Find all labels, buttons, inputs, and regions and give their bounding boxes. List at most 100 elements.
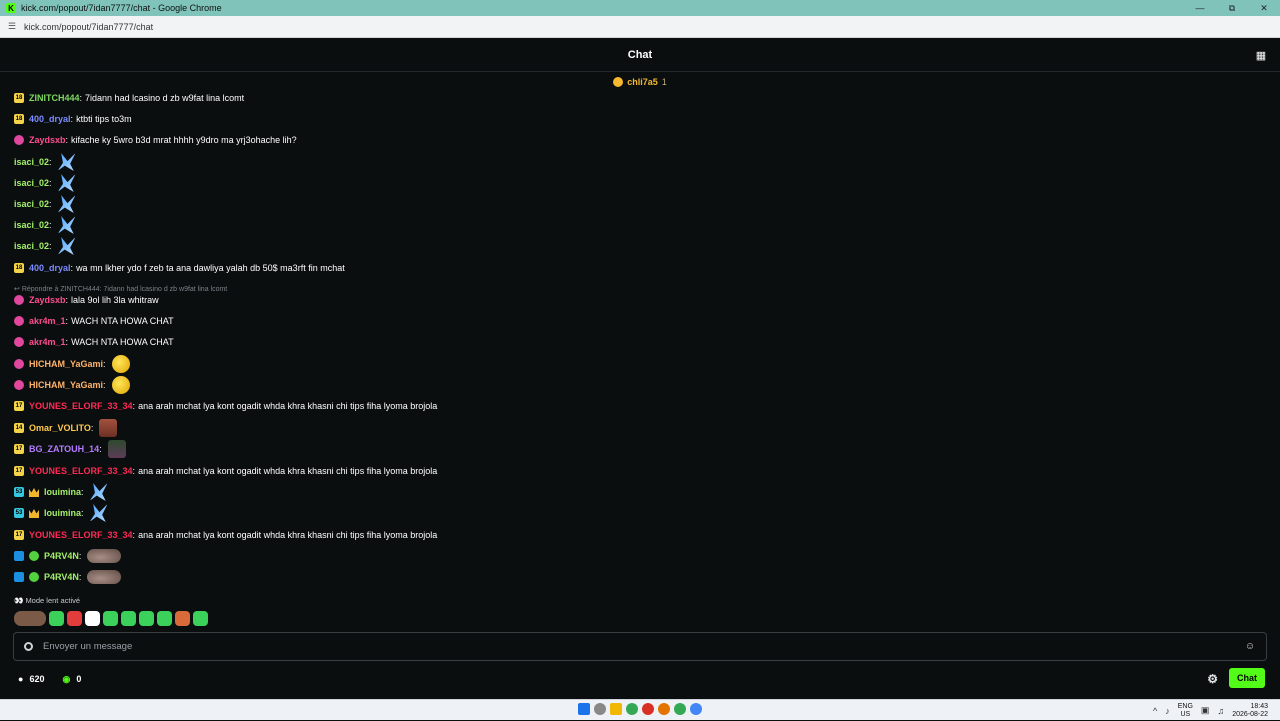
chat-message[interactable]: 18 400_dryal: ktbti tips to3m (14, 109, 132, 129)
quick-emote-icon[interactable] (14, 610, 46, 626)
quick-emote-icon[interactable] (193, 610, 208, 626)
sub-yellow-badge-icon[interactable]: 18 (14, 263, 24, 273)
chat-message[interactable]: 18 ZINITCH444:7idann had lcasino d zb w9f… (14, 88, 244, 108)
quick-emote-icon[interactable] (175, 610, 190, 626)
message-username[interactable]: YOUNES_ELORF_33_34 (29, 401, 133, 411)
message-username[interactable]: YOUNES_ELORF_33_34 (29, 530, 133, 540)
chat-message[interactable]: akr4m_1: WACH NTA HOWA CHAT (14, 311, 174, 331)
emote-image[interactable] (99, 419, 118, 437)
emote-image[interactable] (57, 237, 76, 255)
crown-badge-icon[interactable] (29, 509, 39, 518)
chrome-icon[interactable] (626, 703, 638, 715)
message-username[interactable]: isaci_02 (14, 157, 49, 167)
quick-emote-icon[interactable] (85, 610, 100, 626)
clock[interactable]: 18:43 2026-08-22 (1232, 703, 1268, 719)
verified-badge-icon[interactable] (29, 551, 39, 561)
chrome-icon-3[interactable] (690, 703, 702, 715)
chat-message[interactable]: isaci_02: (14, 152, 76, 172)
message-username[interactable]: HICHAM_YaGami (29, 359, 103, 369)
file-explorer-icon[interactable] (610, 703, 622, 715)
message-username[interactable]: Zaydsxb (29, 135, 66, 145)
sub-yellow-badge-icon[interactable]: 17 (14, 444, 24, 454)
message-username[interactable]: P4RV4N (44, 572, 79, 582)
sub-cyan-badge-icon[interactable]: 53 (14, 508, 24, 518)
emote-image[interactable] (57, 153, 76, 171)
sub-pink-badge-icon[interactable] (14, 359, 24, 369)
sub-yellow-badge-icon[interactable]: 18 (14, 114, 24, 124)
quick-emote-icon[interactable] (49, 610, 64, 626)
quick-emote-icon[interactable] (103, 610, 118, 626)
reply-reference[interactable]: ↩ Répondre à ZINITCH444: 7idann had lcas… (14, 283, 227, 295)
chat-message[interactable]: 17 YOUNES_ELORF_33_34: ana arah mchat lya … (14, 461, 437, 481)
message-username[interactable]: isaci_02 (14, 241, 49, 251)
chat-message[interactable]: isaci_02: (14, 194, 76, 214)
chrome-icon-2[interactable] (674, 703, 686, 715)
emote-image[interactable] (57, 216, 76, 234)
message-username[interactable]: 400_dryal (29, 263, 71, 273)
sub-cyan-badge-icon[interactable]: 53 (14, 487, 24, 497)
message-username[interactable]: Zaydsxb (29, 295, 66, 305)
emote-image[interactable] (57, 174, 76, 192)
quick-emote-icon[interactable] (157, 610, 172, 626)
emote-image[interactable] (89, 504, 108, 522)
emote-image[interactable] (87, 549, 122, 563)
message-username[interactable]: HICHAM_YaGami (29, 380, 103, 390)
verified-badge-icon[interactable] (29, 572, 39, 582)
mod-badge-icon[interactable] (14, 551, 24, 561)
emote-image[interactable] (107, 440, 126, 458)
message-username[interactable]: ZINITCH444 (29, 93, 80, 103)
chat-message[interactable]: isaci_02: (14, 236, 76, 256)
chat-message[interactable]: P4RV4N: (14, 567, 122, 587)
chat-input-box[interactable]: ☺ (13, 632, 1267, 661)
chat-message[interactable]: isaci_02: (14, 173, 76, 193)
channel-points[interactable]: ◉ 0 (62, 674, 81, 685)
sub-pink-badge-icon[interactable] (14, 295, 24, 305)
language-indicator[interactable]: ENG US (1178, 703, 1193, 719)
emote-image[interactable] (111, 355, 130, 373)
chat-message[interactable]: akr4m_1: WACH NTA HOWA CHAT (14, 332, 174, 352)
message-username[interactable]: P4RV4N (44, 551, 79, 561)
message-username[interactable]: 400_dryal (29, 114, 71, 124)
site-settings-icon[interactable]: ☰ (6, 21, 18, 33)
network-icon[interactable]: ▣ (1201, 705, 1210, 716)
quick-emote-icon[interactable] (139, 610, 154, 626)
sub-yellow-badge-icon[interactable]: 17 (14, 530, 24, 540)
message-input[interactable] (43, 641, 1244, 652)
close-button[interactable]: ✕ (1248, 0, 1280, 16)
chat-message[interactable]: isaci_02: (14, 215, 76, 235)
chat-message[interactable]: HICHAM_YaGami: (14, 375, 130, 395)
send-chat-button[interactable]: Chat (1229, 668, 1265, 688)
chevron-up-icon[interactable]: ^ (1153, 706, 1157, 716)
search-icon[interactable] (594, 703, 606, 715)
sub-yellow-badge-icon[interactable]: 17 (14, 401, 24, 411)
volume-icon[interactable]: ♫ (1217, 706, 1224, 716)
message-username[interactable]: isaci_02 (14, 199, 49, 209)
chat-message[interactable]: HICHAM_YaGami: (14, 354, 130, 374)
sub-pink-badge-icon[interactable] (14, 135, 24, 145)
chat-message[interactable]: Zaydsxb: kifache ky 5wro b3d mrat hhhh y9… (14, 130, 297, 150)
message-username[interactable]: louimina (44, 508, 81, 518)
chat-message[interactable]: 53 louimina: (14, 482, 108, 502)
quick-emote-icon[interactable] (67, 610, 82, 626)
microphone-icon[interactable]: ♪ (1165, 706, 1170, 716)
app-icon-red[interactable] (642, 703, 654, 715)
message-username[interactable]: isaci_02 (14, 220, 49, 230)
app-icon-orange[interactable] (658, 703, 670, 715)
message-username[interactable]: akr4m_1 (29, 316, 66, 326)
restore-button[interactable]: ⧉ (1216, 0, 1248, 16)
emote-image[interactable] (87, 570, 122, 584)
chat-message[interactable]: 18 400_dryal: wa mn lkher ydo f zeb ta ana… (14, 258, 345, 278)
sub-yellow-badge-icon[interactable]: 14 (14, 423, 24, 433)
mod-badge-icon[interactable] (14, 572, 24, 582)
message-username[interactable]: Omar_VOLITO (29, 423, 91, 433)
message-username[interactable]: BG_ZATOUH_14 (29, 444, 99, 454)
message-username[interactable]: louimina (44, 487, 81, 497)
emoji-picker-icon[interactable]: ☺ (1244, 641, 1256, 653)
chat-identity-icon[interactable] (24, 642, 33, 651)
address-bar[interactable]: ☰ kick.com/popout/7idan7777/chat (0, 16, 1280, 38)
message-username[interactable]: isaci_02 (14, 178, 49, 188)
sub-pink-badge-icon[interactable] (14, 337, 24, 347)
chat-settings-gear-icon[interactable]: ⚙ (1207, 672, 1218, 686)
sub-pink-badge-icon[interactable] (14, 380, 24, 390)
crown-badge-icon[interactable] (29, 488, 39, 497)
